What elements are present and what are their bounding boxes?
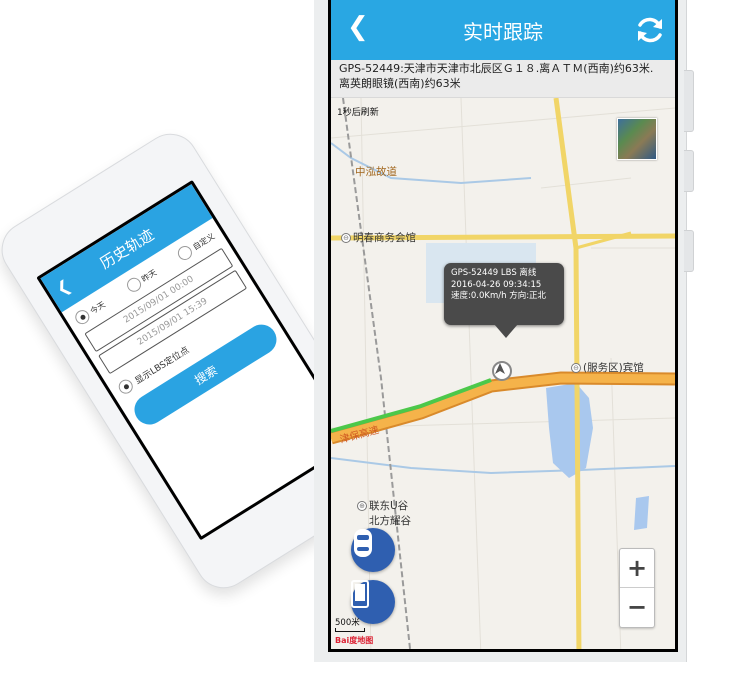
refresh-countdown: 1秒后刷新 [337,108,379,118]
history-screen: ❮ 历史轨迹 今天 昨天 自定义 2015/09/01 00:00 2015/0… [36,179,357,541]
bubble-time: 2016-04-26 09:34:15 [451,279,542,290]
satellite-toggle[interactable] [617,118,657,160]
vehicle-info-bubble[interactable]: GPS-52449 LBS 离线 2016-04-26 09:34:15 速度:… [444,263,564,325]
map-scale-label: 500米 [335,618,360,628]
lbs-radio[interactable] [116,376,136,397]
phone-icon [351,580,369,608]
bubble-device: GPS-52449 LBS 离线 [451,268,537,278]
volume-key [684,70,694,132]
map-scale-bar [335,628,365,632]
poi-zhonghong: 中泓故道 [355,166,397,178]
poi-label[interactable]: 中泓故道 [355,164,397,179]
refresh-icon[interactable] [633,13,667,47]
poi-label[interactable]: ⊖ 明春商务会馆 [341,230,416,245]
hotel-icon: ⊖ [341,232,351,243]
car-icon [354,529,372,557]
address-bar: GPS-52449:天津市天津市北辰区Ｇ１８.离ＡＴＭ(西南)约63米. 离英朗… [331,60,675,98]
side-key [684,230,694,272]
address-line-1: GPS-52449:天津市天津市北辰区Ｇ１８.离ＡＴＭ(西南)约63米. [339,62,654,75]
vehicle-view-button[interactable] [351,528,395,572]
page-title: 实时跟踪 [463,19,543,44]
vehicle-marker-icon[interactable] [492,361,512,381]
chevron-left-icon[interactable]: ❮ [347,12,369,42]
bubble-tail [494,324,518,338]
building-icon: ⊕ [357,500,367,511]
zoom-control: + − [619,548,655,628]
poi-fuwuqu: (服务区)宾馆 [583,362,644,374]
hotel-icon: ⊖ [571,362,581,373]
map-view[interactable]: 1秒后刷新 中泓故道 ⊖ 明春商务会馆 ⊖ (服务区)宾馆 ⊕ 联东U谷 北方耀… [331,98,675,649]
radio-today-label: 今天 [88,299,107,316]
poi-label[interactable]: ⊕ 联东U谷 北方耀谷 [357,498,411,528]
radio-dot[interactable] [116,376,136,397]
poi-label[interactable]: ⊖ (服务区)宾馆 [571,360,644,375]
radio-custom-label: 自定义 [191,231,217,252]
side-key [684,150,694,192]
poi-mingchun: 明春商务会馆 [353,232,416,244]
bubble-speed: 速度:0.0Km/h 方向:正北 [451,291,547,301]
baidu-logo: Bai度地图 [335,636,374,645]
realtime-phone: ❮ 实时跟踪 GPS-52449:天津市天津市北辰区Ｇ１８.离ＡＴＭ(西南)约6… [314,0,694,662]
navigation-arrow-icon [495,363,505,374]
radio-yesterday-label: 昨天 [139,267,159,284]
realtime-screen: ❮ 实时跟踪 GPS-52449:天津市天津市北辰区Ｇ１８.离ＡＴＭ(西南)约6… [328,0,678,652]
zoom-out-button[interactable]: − [620,588,654,626]
poi-liandong1: 联东U谷 [369,500,409,512]
poi-liandong2: 北方耀谷 [369,515,411,527]
address-line-2: 离英朗眼镜(西南)约63米 [339,77,461,90]
chevron-left-icon[interactable]: ❮ [53,276,74,299]
zoom-in-button[interactable]: + [620,549,654,588]
realtime-header: ❮ 实时跟踪 [331,0,675,60]
